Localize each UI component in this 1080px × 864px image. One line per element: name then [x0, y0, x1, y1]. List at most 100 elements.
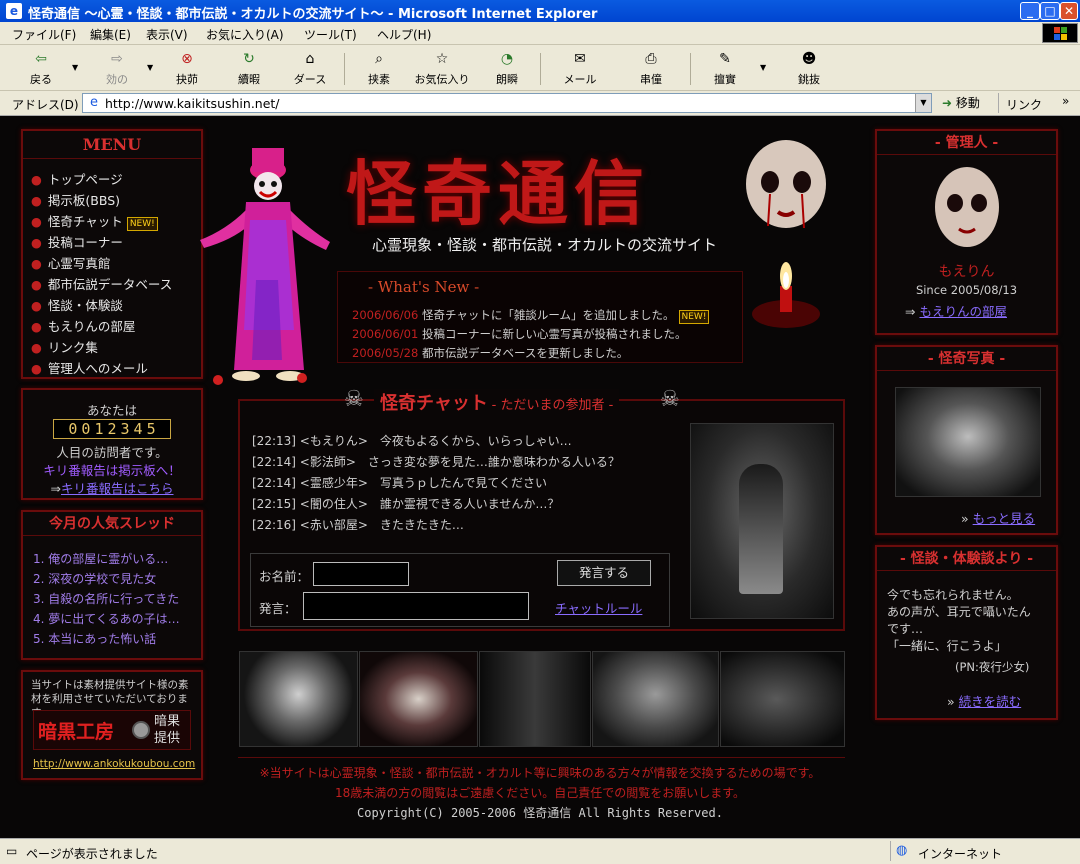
site-subtitle: 心霊現象・怪談・都市伝説・オカルトの交流サイト [372, 236, 718, 254]
admin-name: もえりん [938, 264, 995, 280]
menu-item-bbs[interactable]: ● 掲示板(BBS) [31, 190, 120, 209]
kiriban-report-link[interactable]: ⇒キリ番報告はこちら [23, 478, 201, 497]
thread-item[interactable]: 3. 自殺の名所に行ってきた [33, 590, 179, 607]
status-bar: ▭ ページが表示されました ◍ インターネット [0, 838, 1080, 864]
edit-button[interactable]: ✎ 擅實 [708, 49, 742, 87]
counter-box: あなたは 0012345 人目の訪問者です。 キリ番報告は掲示板へ！ ⇒キリ番報… [21, 388, 203, 500]
clown-left-arm [200, 210, 248, 248]
go-button[interactable]: ➜ 移動 [942, 94, 980, 111]
threads-box: 今月の人気スレッド 1. 俺の部屋に霊がいる… 2. 深夜の学校で見た女 3. … [21, 510, 203, 660]
admin-heading: - 管理人 - [877, 131, 1056, 155]
forward-button[interactable]: ⇨ 効の [100, 49, 134, 87]
photos-heading: - 怪奇写真 - [877, 347, 1056, 371]
home-icon: ⌂ [305, 51, 315, 67]
menu-item-post[interactable]: ● 投稿コーナー [31, 232, 123, 251]
chat-form: お名前： 発言する 発言： チャットルール [250, 553, 670, 627]
back-arrow-icon: ⇦ [35, 51, 47, 67]
thread-item[interactable]: 4. 夢に出てくるあの子は… [33, 610, 180, 627]
thread-item[interactable]: 1. 俺の部屋に霊がいる… [33, 550, 168, 567]
chat-submit-button[interactable]: 発言する [557, 560, 651, 586]
news-item[interactable]: 2006/06/06 怪奇チャットに「雑談ルーム」を追加しました。 NEW! [352, 307, 710, 324]
menu-help[interactable]: ヘルプ(H) [377, 26, 431, 43]
back-dropdown-icon[interactable]: ▼ [72, 63, 78, 72]
refresh-button[interactable]: ↻ 續暇 [232, 49, 266, 87]
admin-room-link[interactable]: ⇒ もえりんの部屋 [905, 301, 1007, 320]
menu-favorites[interactable]: お気に入り(A) [206, 26, 284, 43]
doll-mask-image [746, 140, 826, 328]
menu-file[interactable]: ファイル(F) [12, 26, 76, 43]
geisha-photo[interactable] [359, 651, 478, 747]
story-more-link[interactable]: » 続きを読む [947, 691, 1021, 710]
haunted-room-photo[interactable] [895, 387, 1041, 497]
doll-avatar [935, 167, 999, 247]
menu-item-mail[interactable]: ● 管理人へのメール [31, 358, 148, 377]
menu-item-legends[interactable]: ● 都市伝説データベース [31, 274, 172, 293]
favorites-button[interactable]: ☆ お気伝入り [412, 49, 472, 87]
chat-message-input[interactable] [303, 592, 529, 620]
stop-button[interactable]: ⊗ 抉茆 [170, 49, 204, 87]
menu-item-top[interactable]: ● トップページ [31, 169, 123, 188]
ie-logo-icon: e [6, 3, 22, 19]
ankoku-banner[interactable]: 暗黒工房 暗果提供 [33, 710, 191, 750]
menu-item-stories[interactable]: ● 怪談・体験談 [31, 295, 123, 314]
site-title: 怪奇通信 [346, 152, 650, 235]
menu-view[interactable]: 表示(V) [146, 26, 188, 43]
history-button[interactable]: ◔ 朗瞬 [490, 49, 524, 87]
stop-icon: ⊗ [181, 51, 193, 67]
search-icon: ⌕ [375, 51, 383, 67]
messenger-button[interactable]: ☻ 銚抜 [792, 49, 826, 87]
links-chevron-icon[interactable]: » [1062, 94, 1069, 108]
ghost-woman-photo [690, 423, 834, 619]
news-item[interactable]: 2006/06/01 投稿コーナーに新しい心霊写真が投稿されました。 [352, 326, 686, 342]
kiriban-bbs-link[interactable]: キリ番報告は掲示板へ！ [23, 460, 201, 479]
photos-more-link[interactable]: » もっと見る [961, 508, 1035, 527]
corridor-photo[interactable] [479, 651, 591, 747]
news-item[interactable]: 2006/05/28 都市伝説データベースを更新しました。 [352, 345, 628, 361]
back-button[interactable]: ⇦ 戻る [24, 49, 58, 87]
messenger-icon: ☻ [801, 51, 817, 67]
page-done-icon: ▭ [6, 844, 18, 858]
old-woman-photo[interactable] [592, 651, 719, 747]
forward-arrow-icon: ⇨ [111, 51, 123, 67]
maximize-button[interactable]: □ [1040, 2, 1060, 20]
footer-notice-1: ※当サイトは心霊現象・怪談・都市伝説・オカルト等に興味のある方々が情報を交換する… [259, 766, 821, 780]
address-dropdown-icon[interactable]: ▼ [915, 94, 931, 112]
menu-item-moerin-room[interactable]: ● もえりんの部屋 [31, 316, 135, 335]
address-input[interactable]: e http://www.kaikitsushin.net/ ▼ [82, 93, 932, 113]
blurred-ghost-photo[interactable] [720, 651, 845, 747]
links-label[interactable]: リンク [1006, 96, 1042, 113]
edit-dropdown-icon[interactable]: ▼ [760, 63, 766, 72]
home-button[interactable]: ⌂ ダース [292, 49, 328, 87]
search-button[interactable]: ⌕ 挟素 [362, 49, 396, 87]
menu-item-chat[interactable]: ● 怪奇チャット NEW! [31, 211, 158, 231]
print-button[interactable]: ⎙ 串僮 [634, 49, 668, 87]
menu-item-photos[interactable]: ● 心霊写真館 [31, 253, 110, 272]
admin-box: - 管理人 - もえりん Since 2005/08/13 ⇒ もえりんの部屋 [875, 129, 1058, 335]
thread-item[interactable]: 5. 本当にあった怖い話 [33, 630, 156, 647]
mail-button[interactable]: ✉ メール [560, 49, 600, 87]
chat-rules-link[interactable]: チャットルール [555, 598, 642, 617]
edit-icon: ✎ [719, 51, 731, 67]
address-bar: アドレス(D) e http://www.kaikitsushin.net/ ▼… [0, 91, 1080, 116]
menu-tools[interactable]: ツール(T) [304, 26, 357, 43]
favorites-folder-icon: ☆ [435, 51, 449, 67]
menu-edit[interactable]: 編集(E) [90, 26, 131, 43]
title-bar: e 怪奇通信 ～心霊・怪談・都市伝説・オカルトの交流サイト～ - Microso… [0, 0, 1080, 22]
chat-name-input[interactable] [313, 562, 409, 586]
history-icon: ◔ [500, 51, 514, 67]
skull-icon [132, 721, 150, 739]
skull-photo[interactable] [239, 651, 358, 747]
clown-right-arm [288, 210, 330, 250]
chat-subheading: - ただいまの参加者 - [491, 398, 614, 413]
close-button[interactable]: ✕ [1060, 2, 1078, 20]
printer-icon: ⎙ [645, 51, 657, 67]
chat-log: [22:13] <もえりん> 今夜もよるくから、いらっしゃい… [22:14] … [252, 431, 620, 536]
clown-hat-top [252, 148, 284, 172]
forward-dropdown-icon[interactable]: ▼ [147, 63, 153, 72]
minimize-button[interactable]: _ [1020, 2, 1040, 20]
mail-icon: ✉ [574, 51, 586, 67]
thread-item[interactable]: 2. 深夜の学校で見た女 [33, 570, 156, 587]
windows-flag-icon [1042, 23, 1078, 43]
threads-heading: 今月の人気スレッド [23, 512, 201, 536]
menu-item-links[interactable]: ● リンク集 [31, 337, 98, 356]
